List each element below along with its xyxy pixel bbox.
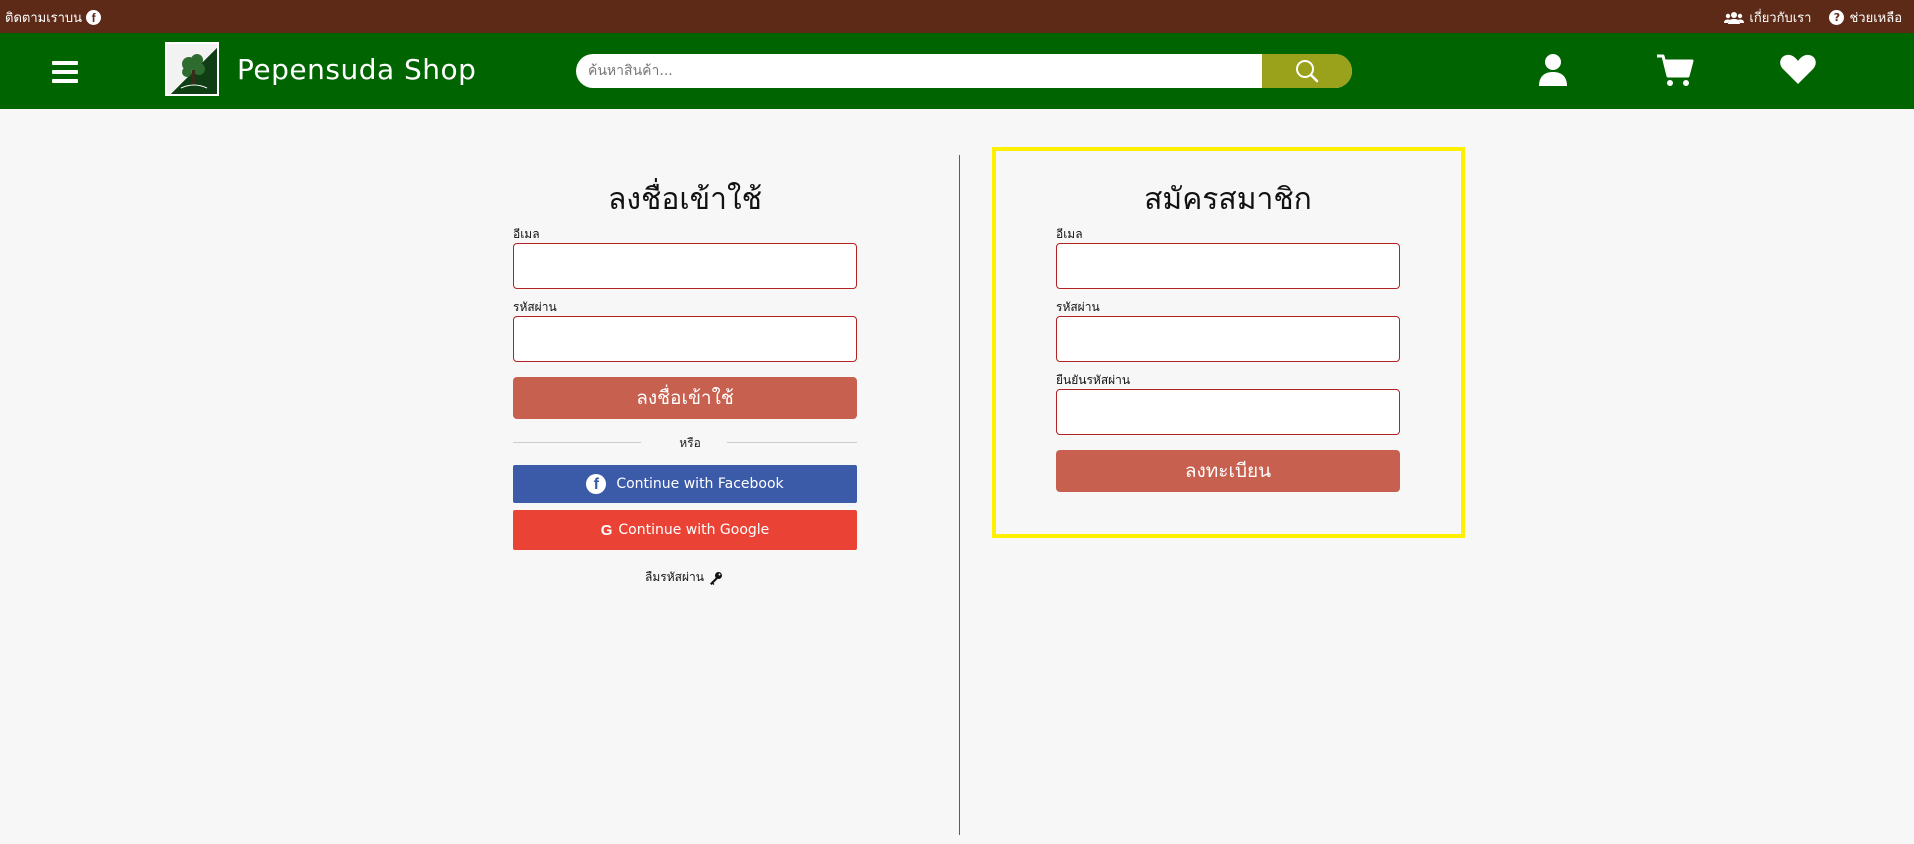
register-confirm-label: ยืนยันรหัสผ่าน [1056, 373, 1131, 387]
facebook-login-label: Continue with Facebook [616, 476, 784, 492]
brand-name[interactable]: Pepensuda Shop [237, 53, 476, 86]
key-icon [709, 571, 722, 585]
heart-icon [1780, 54, 1816, 84]
register-email-field[interactable] [1056, 243, 1400, 289]
wishlist-button[interactable] [1778, 51, 1818, 89]
google-icon: G [600, 521, 613, 539]
or-text: หรือ [679, 436, 701, 450]
register-password-label: รหัสผ่าน [1056, 300, 1100, 314]
google-login-button[interactable]: G Continue with Google [513, 510, 857, 550]
follow-us[interactable]: ติดตามเราบน f [5, 7, 102, 28]
follow-text: ติดตามเราบน [5, 11, 83, 26]
login-password-field[interactable] [513, 316, 857, 362]
search-input[interactable] [576, 54, 1262, 88]
register-password-field[interactable] [1056, 316, 1400, 362]
forgot-password-label: ลืมรหัสผ่าน [645, 570, 704, 584]
cart-icon [1657, 54, 1694, 86]
facebook-login-button[interactable]: f Continue with Facebook [513, 465, 857, 503]
search-button[interactable] [1262, 54, 1352, 88]
top-bar: ติดตามเราบน f เกี่ยวกับเรา ? ช่วยเหลือ [0, 0, 1914, 33]
help-link[interactable]: ? ช่วยเหลือ [1829, 7, 1902, 28]
login-email-label: อีเมล [513, 227, 540, 241]
facebook-icon: f [586, 474, 607, 494]
search-icon [1296, 60, 1319, 83]
google-login-label: Continue with Google [618, 522, 770, 538]
facebook-icon[interactable]: f [86, 10, 102, 25]
login-button[interactable]: ลงชื่อเข้าใช้ [513, 377, 857, 419]
or-divider: หรือ [513, 434, 857, 450]
register-email-label: อีเมล [1056, 227, 1083, 241]
register-title: สมัครสมาชิก [1144, 182, 1312, 217]
forgot-password-link[interactable]: ลืมรหัสผ่าน [645, 568, 723, 587]
login-email-field[interactable] [513, 243, 857, 289]
user-icon [1539, 54, 1567, 86]
main-navbar: Pepensuda Shop [0, 33, 1914, 109]
account-button[interactable] [1533, 51, 1573, 89]
forms-divider [959, 155, 960, 835]
about-us-label: เกี่ยวกับเรา [1749, 11, 1812, 26]
register-confirm-field[interactable] [1056, 389, 1400, 435]
login-password-label: รหัสผ่าน [513, 300, 557, 314]
question-circle-icon: ? [1829, 10, 1845, 25]
help-label: ช่วยเหลือ [1849, 11, 1902, 26]
users-icon [1724, 11, 1745, 24]
menu-icon[interactable] [52, 61, 78, 83]
cart-button[interactable] [1655, 51, 1695, 89]
register-button[interactable]: ลงทะเบียน [1056, 450, 1400, 492]
shop-logo[interactable] [165, 42, 219, 96]
login-title: ลงชื่อเข้าใช้ [607, 182, 763, 217]
about-us-link[interactable]: เกี่ยวกับเรา [1724, 7, 1811, 28]
search-bar [576, 54, 1352, 88]
